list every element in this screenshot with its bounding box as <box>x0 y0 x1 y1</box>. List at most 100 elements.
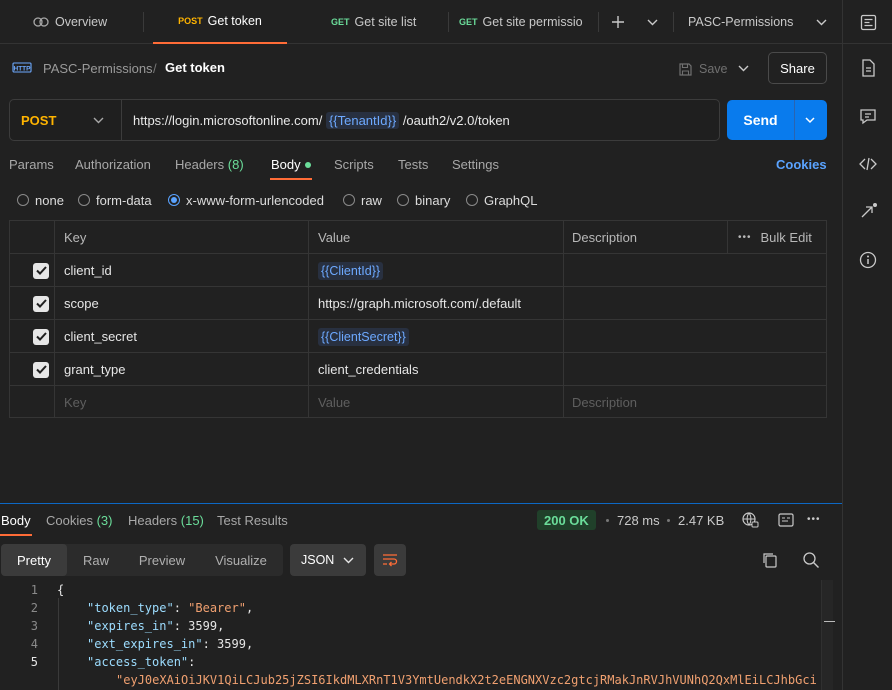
new-description-input[interactable]: Description <box>572 386 637 419</box>
globe-lock-icon[interactable] <box>741 511 759 529</box>
radio-x-www-form-urlencoded[interactable]: x-www-form-urlencoded <box>168 192 324 208</box>
new-key-input[interactable]: Key <box>64 386 86 419</box>
save-response-icon[interactable] <box>777 511 795 529</box>
right-sidebar <box>842 0 892 690</box>
documentation-icon[interactable] <box>857 57 879 79</box>
environment-selector[interactable]: PASC-Permissions <box>688 0 828 44</box>
breadcrumb-collection[interactable]: PASC-Permissions <box>43 61 153 76</box>
response-body-editor[interactable]: 1 2 3 4 5 { "token_type": "Bearer", "exp… <box>0 580 820 690</box>
radio-raw[interactable]: raw <box>343 192 382 208</box>
more-icon[interactable]: ••• <box>807 514 821 525</box>
search-icon[interactable] <box>802 551 820 569</box>
response-tab-body[interactable]: Body <box>1 513 31 528</box>
chevron-down-icon[interactable] <box>647 19 658 26</box>
tab-get-site-list[interactable]: GET Get site list <box>331 0 441 44</box>
status-badge[interactable]: 200 OK <box>537 510 596 530</box>
radio-graphql[interactable]: GraphQL <box>466 192 537 208</box>
language-selector[interactable]: JSON <box>290 544 366 576</box>
line-number: 4 <box>30 637 38 651</box>
column-header-description: Description <box>572 230 638 245</box>
radio-none[interactable]: none <box>17 192 64 208</box>
response-tab-headers[interactable]: Headers (15) <box>128 513 204 528</box>
param-value[interactable]: https://graph.microsoft.com/.default <box>318 287 521 320</box>
comments-icon[interactable] <box>857 105 879 127</box>
tab-headers[interactable]: Headers (8) <box>175 157 244 172</box>
response-format-group: Pretty Raw Preview Visualize <box>1 544 283 576</box>
code-line: "ext_expires_in": 3599, <box>87 637 254 651</box>
tab-body-label: Body <box>271 157 301 172</box>
send-button[interactable]: Send <box>727 100 827 140</box>
radio-label: raw <box>361 192 382 208</box>
param-value[interactable]: {{ClientId}} <box>318 254 384 287</box>
environment-name: PASC-Permissions <box>688 15 794 29</box>
tab-authorization[interactable]: Authorization <box>75 157 151 172</box>
tab-get-token[interactable]: POST Get token <box>153 0 287 44</box>
response-divider[interactable] <box>0 503 842 504</box>
row-checkbox[interactable] <box>33 254 49 287</box>
radio-circle <box>17 194 29 206</box>
format-raw[interactable]: Raw <box>67 544 125 576</box>
share-button[interactable]: Share <box>768 52 827 84</box>
info-icon[interactable] <box>857 249 879 271</box>
table-row: client_id {{ClientId}} <box>10 254 826 287</box>
format-pretty[interactable]: Pretty <box>1 544 67 576</box>
url-variable[interactable]: {{TenantId}} <box>325 112 400 129</box>
tab-settings[interactable]: Settings <box>452 157 499 172</box>
tab-tests[interactable]: Tests <box>398 157 428 172</box>
radio-binary[interactable]: binary <box>397 192 450 208</box>
radio-form-data[interactable]: form-data <box>78 192 152 208</box>
param-variable[interactable]: {{ClientSecret}} <box>318 327 409 346</box>
checkmark-icon <box>35 299 47 308</box>
param-value[interactable]: client_credentials <box>318 353 418 386</box>
breadcrumb-separator: / <box>153 61 157 76</box>
row-checkbox[interactable] <box>33 287 49 320</box>
send-label: Send <box>743 112 778 128</box>
new-value-input[interactable]: Value <box>318 386 350 419</box>
response-tab-test-results[interactable]: Test Results <box>217 513 288 528</box>
chevron-down-icon[interactable] <box>816 19 827 26</box>
row-checkbox[interactable] <box>33 320 49 353</box>
cookies-link[interactable]: Cookies <box>776 157 827 172</box>
response-headers-count: (15) <box>180 513 204 528</box>
tab-params[interactable]: Params <box>9 157 54 172</box>
param-key[interactable]: grant_type <box>64 353 125 386</box>
url-input[interactable]: https://login.microsoftonline.com/ {{Ten… <box>133 112 510 129</box>
radio-circle <box>343 194 355 206</box>
chevron-down-icon[interactable] <box>738 65 749 72</box>
param-key[interactable]: client_id <box>64 254 112 287</box>
code-icon[interactable] <box>857 153 879 175</box>
radio-label: none <box>35 192 64 208</box>
copy-icon[interactable] <box>761 551 779 569</box>
tab-overview[interactable]: Overview <box>33 0 143 44</box>
tab-scripts[interactable]: Scripts <box>334 157 374 172</box>
response-tab-cookies[interactable]: Cookies (3) <box>46 513 112 528</box>
line-number: 5 <box>30 655 38 669</box>
table-row: client_secret {{ClientSecret}} <box>10 320 826 353</box>
radio-label: x-www-form-urlencoded <box>186 192 324 208</box>
wrap-lines-button[interactable] <box>374 544 406 576</box>
format-preview[interactable]: Preview <box>125 544 199 576</box>
response-size[interactable]: 2.47 KB <box>678 513 724 528</box>
breadcrumb-request[interactable]: Get token <box>165 60 225 75</box>
param-key[interactable]: client_secret <box>64 320 137 353</box>
save-icon <box>679 62 692 76</box>
editor-scrollbar[interactable] <box>821 580 835 690</box>
http-icon: HTTP <box>12 62 32 73</box>
format-visualize[interactable]: Visualize <box>199 544 283 576</box>
param-key[interactable]: scope <box>64 287 99 320</box>
row-checkbox[interactable] <box>33 353 49 386</box>
param-value[interactable]: {{ClientSecret}} <box>318 320 409 353</box>
tab-get-site-permission[interactable]: GET Get site permission <box>459 0 583 44</box>
related-icon[interactable] <box>857 200 879 222</box>
chevron-down-icon[interactable] <box>804 114 816 126</box>
response-time[interactable]: 728 ms <box>617 513 660 528</box>
param-variable[interactable]: {{ClientId}} <box>318 261 384 280</box>
environment-quick-look[interactable] <box>843 0 892 44</box>
tab-body[interactable]: Body <box>271 157 311 172</box>
line-number: 1 <box>30 583 38 597</box>
radio-circle <box>466 194 478 206</box>
bulk-edit-button[interactable]: ••• Bulk Edit <box>738 221 812 254</box>
plus-icon[interactable] <box>611 15 625 29</box>
method-selector[interactable]: POST <box>10 100 122 140</box>
save-button[interactable]: Save <box>678 59 728 79</box>
